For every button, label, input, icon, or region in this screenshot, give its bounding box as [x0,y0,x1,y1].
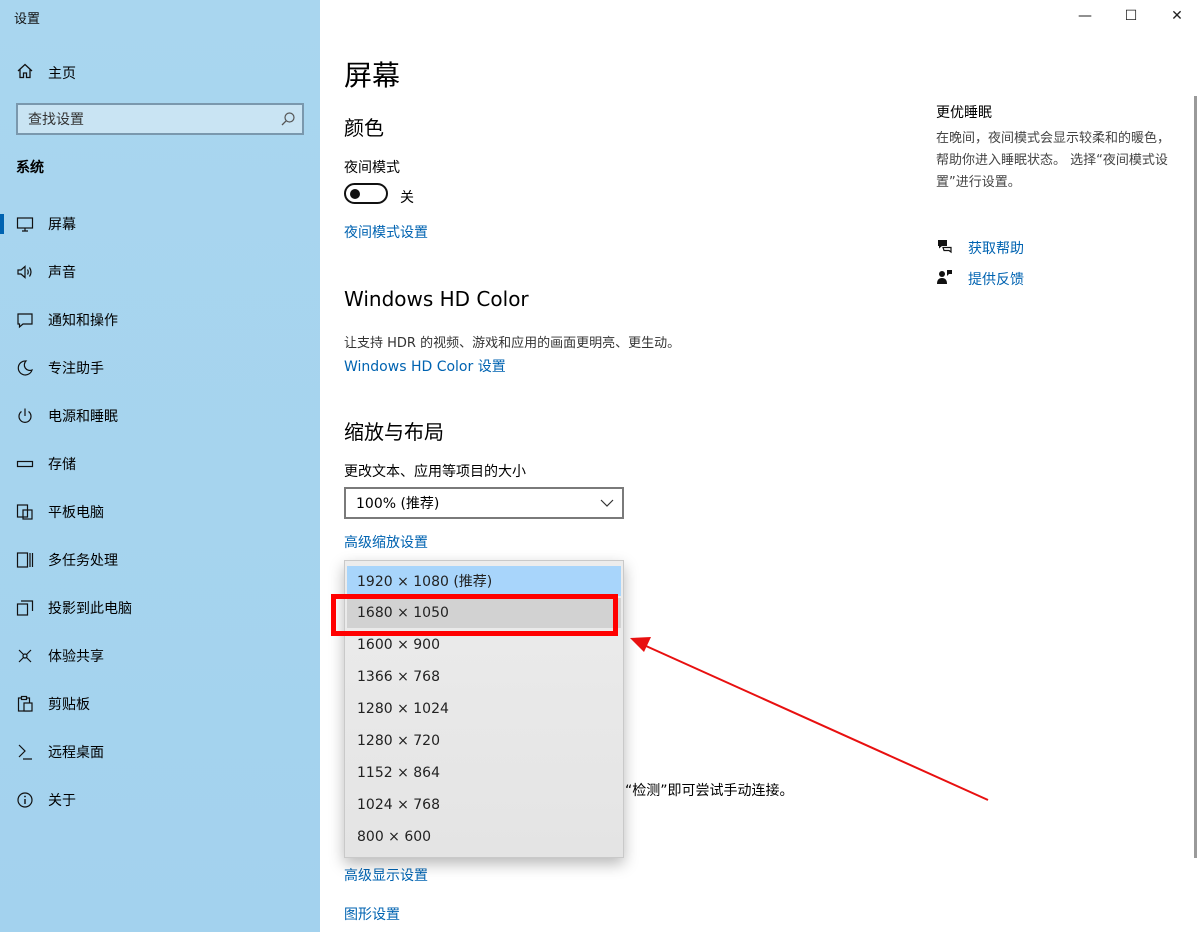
sidebar-item-remote-desktop[interactable]: 远程桌面 [0,728,320,776]
multitask-icon [16,551,34,569]
power-icon [16,407,34,425]
sidebar-item-notifications[interactable]: 通知和操作 [0,296,320,344]
sidebar-item-about[interactable]: 关于 [0,776,320,824]
resolution-option[interactable]: 1280 × 1024 [347,694,621,724]
resolution-option[interactable]: 1152 × 864 [347,758,621,788]
help-chat-icon [936,237,954,259]
sidebar-item-label: 电源和睡眠 [48,406,118,426]
notification-icon [16,311,34,329]
sidebar-item-multitasking[interactable]: 多任务处理 [0,536,320,584]
sidebar-item-project[interactable]: 投影到此电脑 [0,584,320,632]
hdr-description: 让支持 HDR 的视频、游戏和应用的画面更明亮、更生动。 [344,332,680,351]
nav-list: 屏幕 声音 通知和操作 专注助手 电源和睡眠 存储 平板电脑 多任务处理 [0,200,320,824]
sidebar-item-sound[interactable]: 声音 [0,248,320,296]
sidebar-item-label: 关于 [48,790,76,810]
sidebar-item-label: 屏幕 [48,214,76,234]
give-feedback-link[interactable]: 提供反馈 [936,269,1024,289]
sidebar-item-display[interactable]: 屏幕 [0,200,320,248]
sidebar-item-label: 存储 [48,454,76,474]
night-mode-settings-link[interactable]: 夜间模式设置 [344,222,428,242]
advanced-display-settings-link[interactable]: 高级显示设置 [344,865,428,885]
nav-home[interactable]: 主页 [16,62,76,84]
hdr-settings-link[interactable]: Windows HD Color 设置 [344,356,506,376]
scale-heading: 缩放与布局 [344,416,444,445]
sidebar-item-tablet[interactable]: 平板电脑 [0,488,320,536]
aside-description: 在晚间，夜间模式会显示较柔和的暖色，帮助你进入睡眠状态。 选择“夜间模式设置”进… [936,128,1176,194]
sidebar-item-label: 远程桌面 [48,742,104,762]
sidebar-item-focus-assist[interactable]: 专注助手 [0,344,320,392]
resolution-option-selected[interactable]: 1920 × 1080 (推荐) [347,566,621,596]
clipboard-icon [16,695,34,713]
annotation-highlight-box [331,594,618,636]
remote-desktop-icon [16,743,34,761]
resolution-option[interactable]: 1024 × 768 [347,790,621,820]
sidebar-item-clipboard[interactable]: 剪贴板 [0,680,320,728]
speaker-icon [16,263,34,281]
sidebar-item-label: 通知和操作 [48,310,118,330]
share-icon [16,647,34,665]
search-icon[interactable] [274,111,302,127]
sidebar-item-label: 投影到此电脑 [48,598,132,618]
sidebar-item-label: 专注助手 [48,358,104,378]
tablet-icon [16,503,34,521]
storage-icon [16,455,34,473]
sidebar-item-label: 剪贴板 [48,694,90,714]
app-title: 设置 [14,8,40,27]
moon-icon [16,359,34,377]
resolution-option[interactable]: 800 × 600 [347,822,621,852]
search-input[interactable]: 查找设置 [16,103,304,135]
search-placeholder: 查找设置 [28,109,274,129]
get-help-label: 获取帮助 [968,238,1024,258]
scale-selected-value: 100% (推荐) [356,493,592,513]
resolution-option[interactable]: 1366 × 768 [347,662,621,692]
advanced-scaling-link[interactable]: 高级缩放设置 [344,532,428,552]
color-heading: 颜色 [344,112,384,141]
get-help-link[interactable]: 获取帮助 [936,238,1024,258]
vertical-scrollbar[interactable] [1194,96,1197,858]
scale-select[interactable]: 100% (推荐) [344,487,624,519]
toggle-state-label: 关 [400,187,414,207]
sidebar-item-label: 多任务处理 [48,550,118,570]
sidebar-item-label: 声音 [48,262,76,282]
section-label: 系统 [16,157,44,177]
sidebar-item-label: 平板电脑 [48,502,104,522]
give-feedback-label: 提供反馈 [968,269,1024,289]
project-icon [16,599,34,617]
aside-title: 更优睡眠 [936,102,992,122]
home-label: 主页 [48,63,76,83]
night-mode-label: 夜间模式 [344,157,400,177]
toggle-knob [350,189,360,199]
night-mode-toggle[interactable] [344,183,388,204]
home-icon [16,62,34,84]
sidebar-item-label: 体验共享 [48,646,104,666]
graphics-settings-link[interactable]: 图形设置 [344,904,400,924]
scale-label: 更改文本、应用等项目的大小 [344,461,526,481]
sidebar-item-power-sleep[interactable]: 电源和睡眠 [0,392,320,440]
sidebar-item-shared-experiences[interactable]: 体验共享 [0,632,320,680]
sidebar-item-storage[interactable]: 存储 [0,440,320,488]
detect-text-partial: “检测”即可尝试手动连接。 [625,780,794,800]
resolution-option[interactable]: 1280 × 720 [347,726,621,756]
page-title: 屏幕 [344,54,400,94]
info-icon [16,791,34,809]
chevron-down-icon [592,498,622,508]
hdr-heading: Windows HD Color [344,287,529,311]
sidebar: 设置 主页 查找设置 系统 屏幕 声音 通知和操作 专注助手 [0,0,320,932]
monitor-icon [16,215,34,233]
feedback-person-icon [936,268,954,290]
